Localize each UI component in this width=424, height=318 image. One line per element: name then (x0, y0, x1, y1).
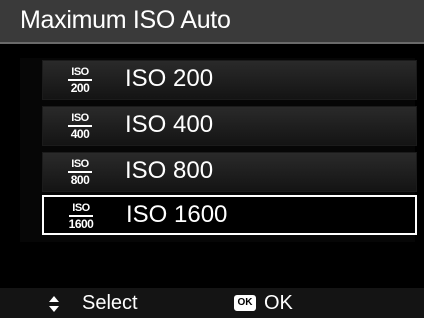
menu-item-label: ISO 800 (125, 157, 214, 184)
menu-item-iso-200[interactable]: ISO 200 ISO 200 (42, 60, 417, 100)
menu-item-iso-1600[interactable]: ISO 1600 ISO 1600 (42, 195, 417, 235)
menu-item-iso-800[interactable]: ISO 800 ISO 800 (42, 152, 417, 192)
footer-hint-bar: Select OK OK (0, 288, 424, 318)
iso-1600-icon: ISO 1600 (68, 202, 94, 231)
iso-400-icon: ISO 400 (66, 112, 94, 140)
title-bar: Maximum ISO Auto (0, 0, 424, 44)
iso-800-icon: ISO 800 (66, 158, 94, 186)
up-down-arrows-icon (49, 296, 59, 312)
menu-item-label: ISO 1600 (126, 201, 228, 228)
menu-item-label: ISO 400 (125, 111, 214, 138)
menu-item-label: ISO 200 (125, 65, 214, 92)
ok-hint-label: OK (264, 292, 293, 314)
menu-item-iso-400[interactable]: ISO 400 ISO 400 (42, 106, 417, 146)
camera-menu-screen: Maximum ISO Auto ISO 200 ISO 200 ISO 400… (0, 0, 424, 318)
select-hint-label: Select (82, 292, 138, 314)
iso-200-icon: ISO 200 (66, 66, 94, 94)
ok-button-icon: OK (234, 295, 256, 311)
menu-title: Maximum ISO Auto (20, 6, 231, 34)
